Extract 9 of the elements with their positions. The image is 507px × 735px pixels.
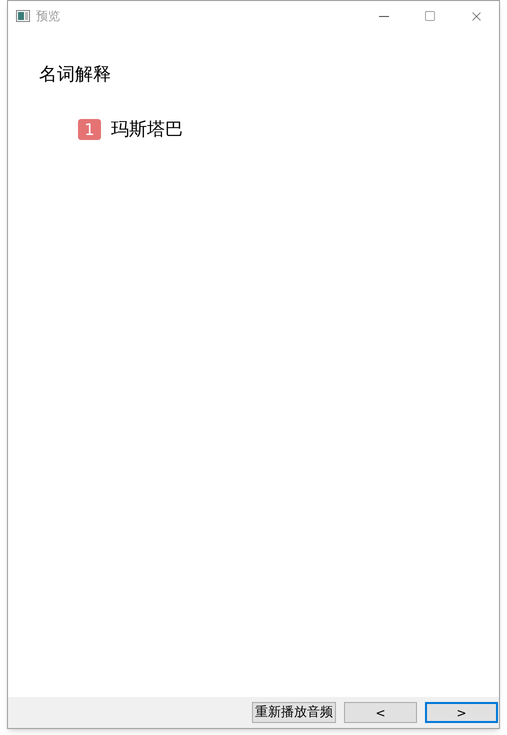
number-badge: 1 [78, 119, 101, 140]
nav-button[interactable]: > [425, 702, 498, 723]
nav-button[interactable]: < [344, 702, 417, 723]
maximize-icon [424, 10, 436, 22]
replay-button[interactable]: 重新播放音频 [252, 702, 336, 723]
app-icon [16, 10, 30, 22]
window-title: 预览 [36, 8, 60, 25]
heading: 名词解释 [39, 63, 112, 87]
term-text: 玛斯塔巴 [111, 118, 183, 142]
